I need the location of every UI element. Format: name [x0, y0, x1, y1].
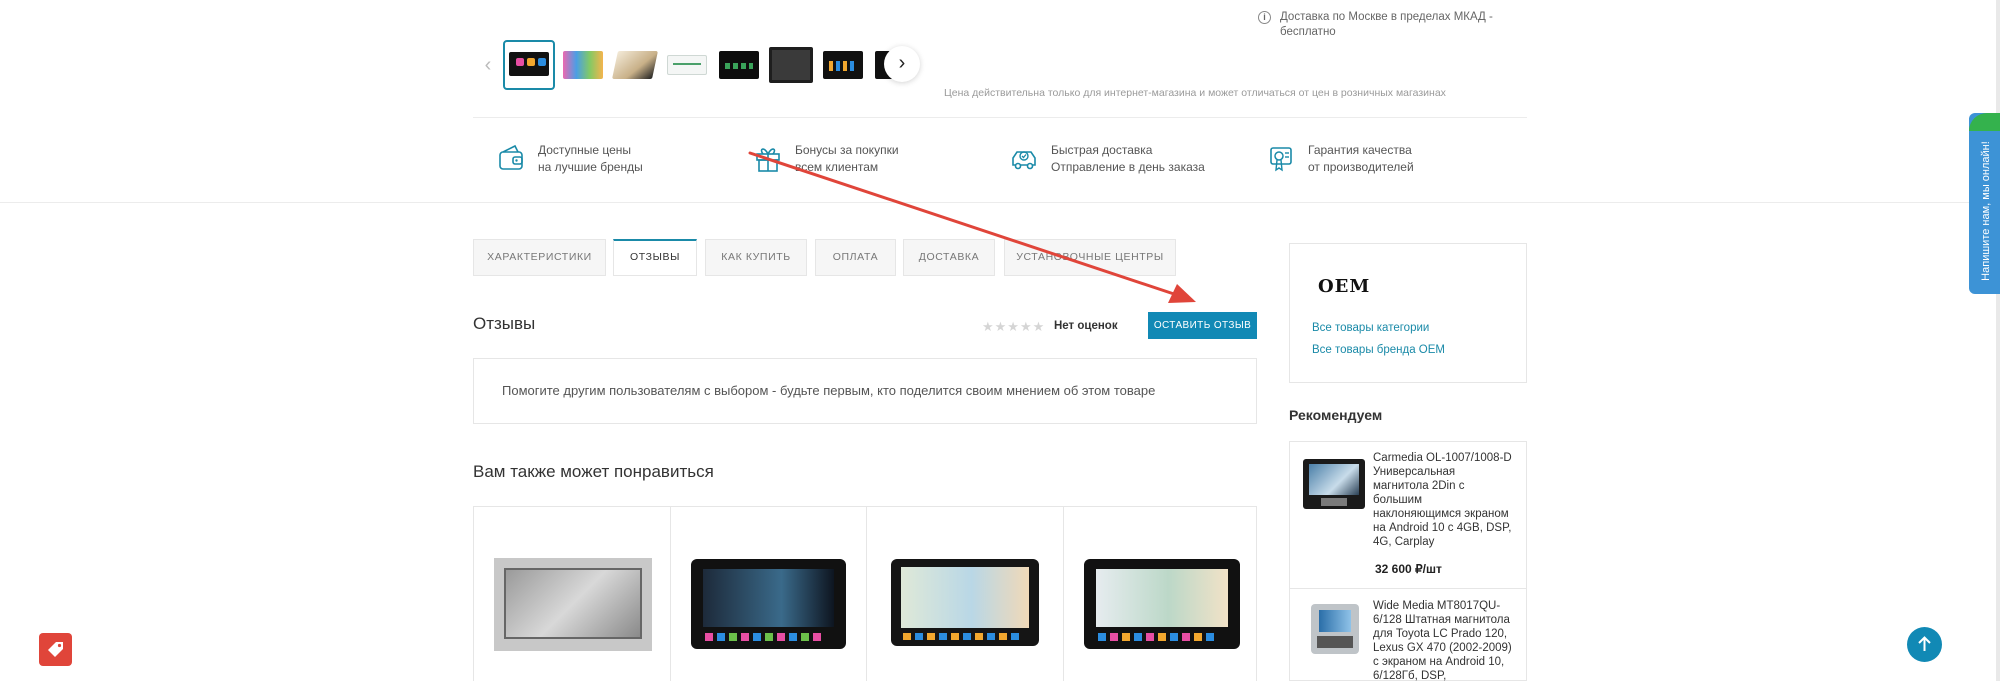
- gallery-thumbnail[interactable]: [663, 43, 711, 87]
- advantage-subtitle: от производителей: [1308, 160, 1414, 174]
- product-image[interactable]: [691, 559, 846, 649]
- scrollbar[interactable]: [1996, 0, 2000, 681]
- all-brand-items-link[interactable]: Все товары бренда OEM: [1312, 344, 1445, 356]
- product-carousel: [473, 506, 1257, 681]
- gallery-prev-arrow-icon[interactable]: ‹: [479, 54, 497, 76]
- delivery-note: Доставка по Москве в пределах МКАД - бес…: [1280, 11, 1493, 38]
- advantage-subtitle: на лучшие бренды: [538, 160, 643, 174]
- advantage-title: Доступные цены: [538, 143, 631, 157]
- recommend-heading: Рекомендуем: [1289, 407, 1383, 423]
- tab-installation-centers[interactable]: УСТАНОВОЧНЫЕ ЦЕНТРЫ: [1004, 239, 1176, 276]
- gallery-thumbnail[interactable]: [819, 43, 867, 87]
- tab-payment[interactable]: ОПЛАТА: [815, 239, 896, 276]
- tag-icon: [48, 642, 63, 657]
- advantage-title: Быстрая доставка: [1051, 143, 1153, 157]
- reviews-empty-box: Помогите другим пользователям с выбором …: [473, 358, 1257, 424]
- recommend-product-image[interactable]: [1311, 604, 1359, 654]
- product-card[interactable]: [867, 507, 1064, 681]
- divider: [0, 202, 2000, 203]
- rating-stars-icon: ★★★★★: [982, 319, 1046, 334]
- tab-reviews[interactable]: ОТЗЫВЫ: [613, 239, 697, 276]
- all-category-items-link[interactable]: Все товары категории: [1312, 322, 1429, 334]
- advantage-title: Гарантия качества: [1308, 143, 1412, 157]
- gallery-thumbnail[interactable]: [715, 43, 763, 87]
- gallery-thumbnail[interactable]: [611, 43, 659, 87]
- tab-how-to-buy[interactable]: КАК КУПИТЬ: [705, 239, 807, 276]
- tab-delivery[interactable]: ДОСТАВКА: [903, 239, 995, 276]
- gallery-thumbnails: [503, 40, 895, 92]
- tab-characteristics[interactable]: ХАРАКТЕРИСТИКИ: [473, 239, 606, 276]
- no-ratings-label: Нет оценок: [1054, 320, 1118, 332]
- product-image[interactable]: [1084, 559, 1240, 649]
- product-card[interactable]: [474, 507, 671, 681]
- online-chat-tab[interactable]: Напишите нам, мы онлайн!: [1969, 113, 2000, 294]
- also-like-heading: Вам также может понравиться: [473, 462, 714, 481]
- recommend-product-image[interactable]: [1303, 459, 1365, 509]
- quality-guarantee-icon: [1270, 147, 1292, 172]
- advantage-subtitle: Отправление в день заказа: [1051, 160, 1205, 174]
- gallery-next-arrow-icon[interactable]: ›: [884, 46, 920, 82]
- gift-icon: [756, 148, 780, 172]
- product-image[interactable]: [494, 558, 652, 651]
- recommend-product-name[interactable]: Wide Media MT8017QU-6/128 Штатная магнит…: [1373, 599, 1513, 681]
- info-icon: i: [1258, 11, 1271, 24]
- recommend-product-name[interactable]: Carmedia OL-1007/1008-D Универсальная ма…: [1373, 451, 1513, 549]
- product-card[interactable]: [671, 507, 867, 681]
- gallery-thumbnail[interactable]: [767, 43, 815, 87]
- online-status-icon: [1969, 113, 2000, 131]
- delivery-car-icon: [1012, 151, 1036, 170]
- wallet-icon: [499, 144, 523, 170]
- leave-review-button[interactable]: ОСТАВИТЬ ОТЗЫВ: [1148, 312, 1257, 339]
- product-card[interactable]: [1064, 507, 1258, 681]
- online-chat-label: Напишите нам, мы онлайн!: [1980, 141, 1992, 281]
- brand-logo[interactable]: OEM: [1318, 276, 1370, 297]
- reviews-empty-text: Помогите другим пользователям с выбором …: [502, 383, 1156, 398]
- product-page: ‹ › i Доставка по Москве в пределах МКАД…: [0, 0, 2000, 681]
- arrow-up-icon: [1918, 636, 1931, 651]
- brand-box: [1289, 243, 1527, 383]
- divider: [1289, 588, 1527, 589]
- advantage-title: Бонусы за покупки: [795, 143, 899, 157]
- price-note: Цена действительна только для интернет-м…: [944, 87, 1446, 99]
- gallery-thumbnail[interactable]: [503, 40, 555, 90]
- product-image[interactable]: [891, 559, 1039, 646]
- divider: [473, 117, 1527, 118]
- scroll-to-top-button[interactable]: [1907, 627, 1942, 662]
- reviews-heading: Отзывы: [473, 314, 536, 333]
- gallery-thumbnail[interactable]: [559, 43, 607, 87]
- promo-tag-button[interactable]: [39, 633, 72, 666]
- advantage-subtitle: всем клиентам: [795, 160, 879, 174]
- recommend-product-price: 32 600 ₽/шт: [1375, 562, 1442, 576]
